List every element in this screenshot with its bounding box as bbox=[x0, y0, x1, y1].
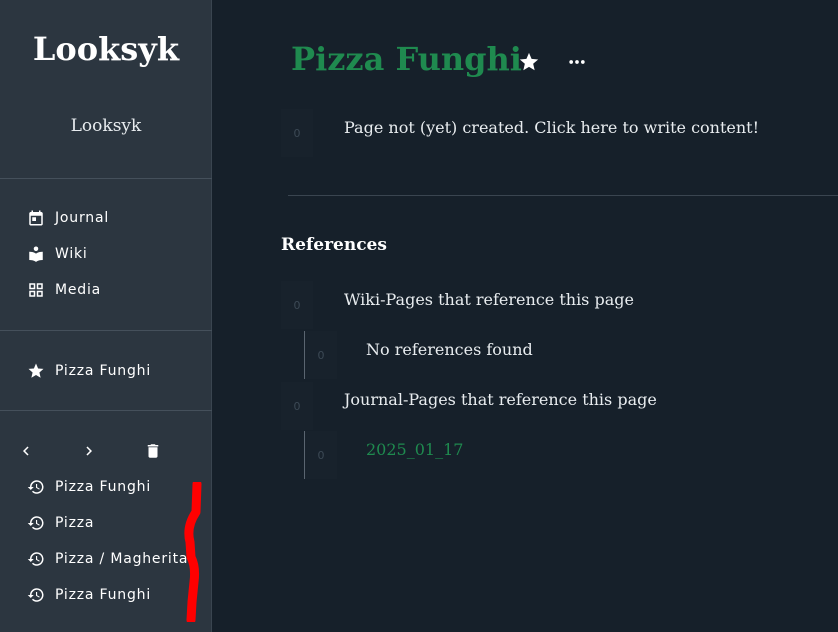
favorite-button[interactable] bbox=[517, 50, 541, 74]
page-title: Pizza Funghi bbox=[291, 40, 522, 78]
nav-item-journal[interactable]: Journal bbox=[26, 206, 109, 230]
history-item-label: Pizza bbox=[55, 515, 95, 531]
more-options-button[interactable] bbox=[565, 50, 589, 74]
history-back-button[interactable] bbox=[15, 440, 37, 462]
grid-icon bbox=[26, 280, 46, 300]
history-item[interactable]: Pizza / Magherita bbox=[26, 547, 188, 571]
app-subtitle: Looksyk bbox=[70, 116, 142, 136]
app-title[interactable]: Looksyk bbox=[0, 30, 212, 68]
block-drag-handle[interactable]: 0 bbox=[305, 331, 337, 379]
nav-item-media[interactable]: Media bbox=[26, 278, 101, 302]
chevron-left-icon bbox=[17, 442, 35, 460]
journal-reference-link[interactable]: 2025_01_17 bbox=[366, 440, 463, 459]
history-item[interactable]: Pizza Funghi bbox=[26, 583, 151, 607]
content-divider bbox=[288, 195, 838, 196]
calendar-icon bbox=[26, 208, 46, 228]
star-icon bbox=[26, 361, 46, 381]
nav-item-label: Wiki bbox=[55, 246, 88, 262]
main-content: Pizza Funghi 0 Page not (yet) created. C… bbox=[213, 0, 838, 632]
block-drag-handle[interactable]: 0 bbox=[281, 281, 313, 329]
history-item-label: Pizza Funghi bbox=[55, 479, 152, 495]
history-icon bbox=[26, 477, 46, 497]
clear-history-button[interactable] bbox=[142, 440, 164, 462]
favorite-item-pizza-funghi[interactable]: Pizza Funghi bbox=[26, 359, 151, 383]
block-drag-handle[interactable]: 0 bbox=[281, 382, 313, 430]
sidebar-divider bbox=[0, 410, 212, 411]
block-drag-handle[interactable]: 0 bbox=[305, 431, 337, 479]
history-forward-button[interactable] bbox=[78, 440, 100, 462]
sidebar-divider bbox=[0, 178, 212, 179]
sidebar-divider bbox=[0, 330, 212, 331]
history-icon bbox=[26, 585, 46, 605]
references-heading: References bbox=[281, 235, 387, 255]
empty-page-prompt[interactable]: Page not (yet) created. Click here to wr… bbox=[344, 118, 759, 137]
book-reader-icon bbox=[26, 244, 46, 264]
nav-item-wiki[interactable]: Wiki bbox=[26, 242, 88, 266]
nav-item-label: Media bbox=[55, 282, 102, 298]
red-annotation-mark bbox=[184, 482, 202, 622]
history-item-label: Pizza Funghi bbox=[55, 587, 152, 603]
history-item[interactable]: Pizza bbox=[26, 511, 94, 535]
no-references-text: No references found bbox=[366, 340, 533, 359]
trash-icon bbox=[144, 442, 162, 460]
block-drag-handle[interactable]: 0 bbox=[281, 109, 313, 157]
journal-references-label: Journal-Pages that reference this page bbox=[344, 390, 657, 409]
sidebar: Looksyk Looksyk Journal Wiki Media Pizza… bbox=[0, 0, 212, 632]
more-horizontal-icon bbox=[567, 52, 587, 72]
history-item[interactable]: Pizza Funghi bbox=[26, 475, 151, 499]
history-item-label: Pizza / Magherita bbox=[55, 551, 189, 567]
nav-item-label: Journal bbox=[55, 210, 110, 226]
history-icon bbox=[26, 549, 46, 569]
history-icon bbox=[26, 513, 46, 533]
star-icon bbox=[518, 51, 540, 73]
favorite-item-label: Pizza Funghi bbox=[55, 363, 152, 379]
wiki-references-label: Wiki-Pages that reference this page bbox=[344, 290, 634, 309]
chevron-right-icon bbox=[80, 442, 98, 460]
